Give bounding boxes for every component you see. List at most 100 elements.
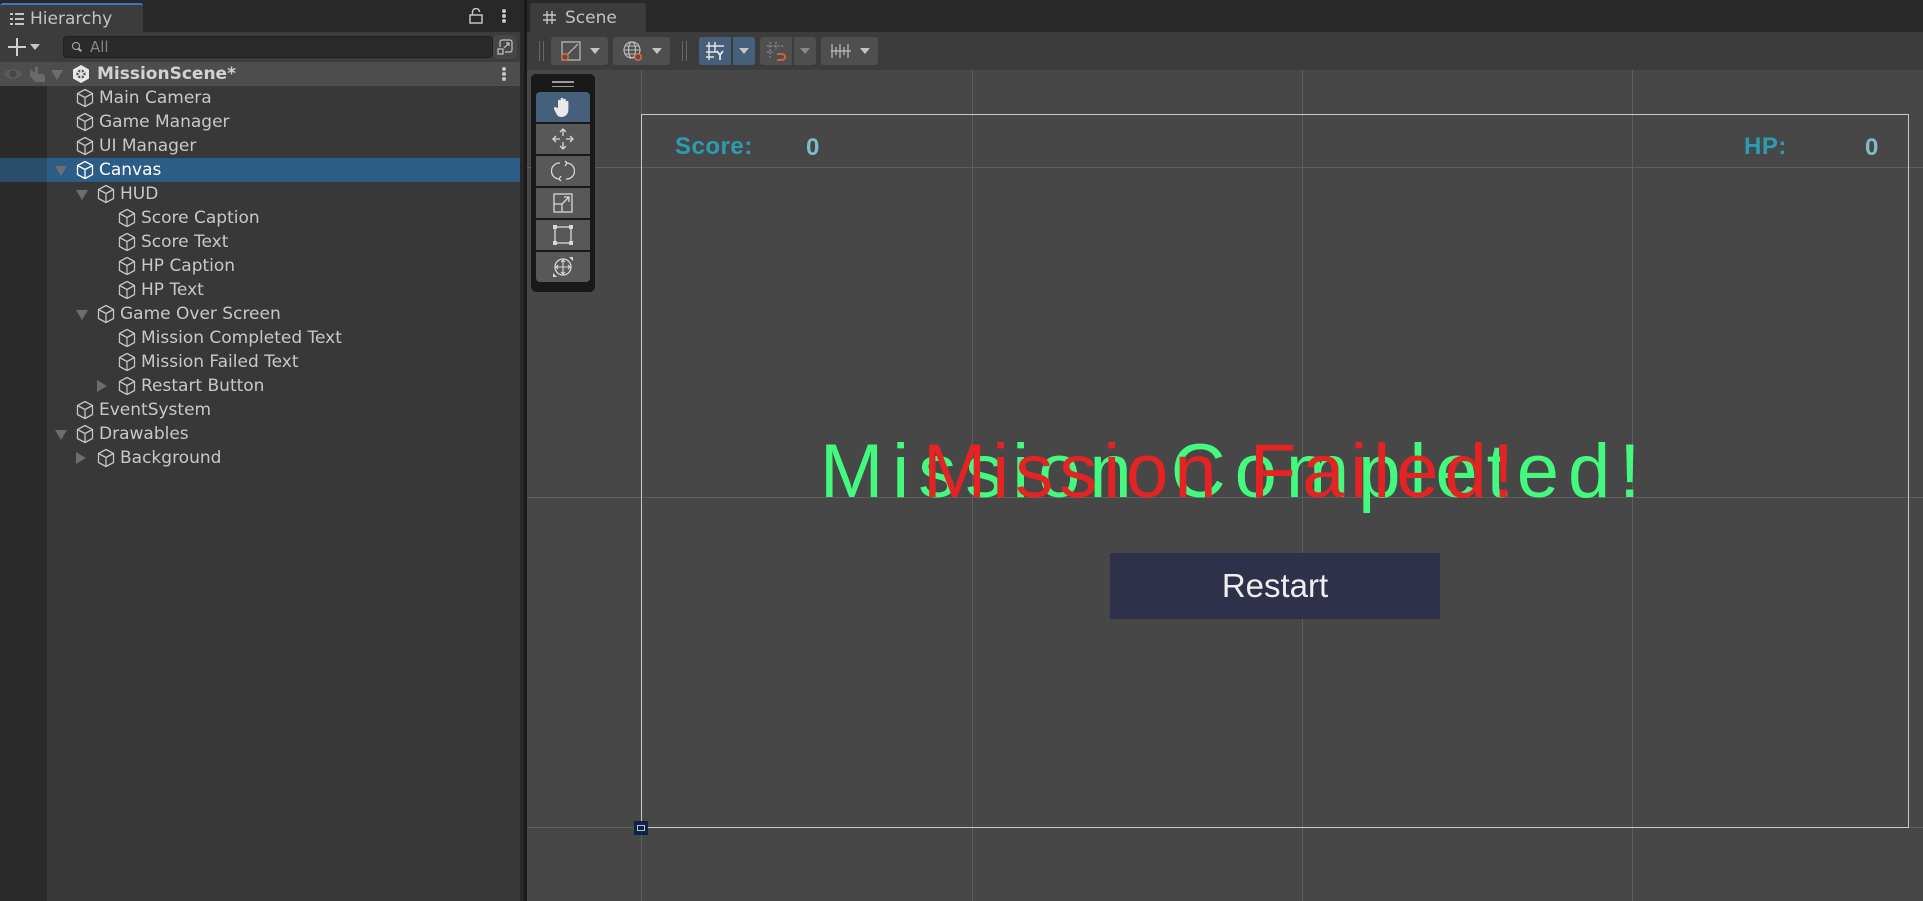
- ruler-dropdown[interactable]: [821, 37, 878, 65]
- hierarchy-item[interactable]: UI Manager: [0, 134, 520, 158]
- hierarchy-item-label: UI Manager: [99, 136, 197, 156]
- scale-tool-button[interactable]: [536, 188, 590, 218]
- grid-snap-icon: [706, 42, 724, 60]
- rotate-tool-button[interactable]: [536, 156, 590, 186]
- gameobject-cube-icon: [117, 376, 137, 396]
- rect-tool-button[interactable]: [536, 220, 590, 250]
- tab-hierarchy[interactable]: Hierarchy: [0, 3, 143, 32]
- gameobject-cube-icon: [75, 160, 95, 180]
- unity-scene-icon: [73, 65, 89, 83]
- increment-snapping-toggle[interactable]: [760, 37, 792, 65]
- toolbar-grip[interactable]: [539, 41, 544, 61]
- hierarchy-item-label: Background: [120, 448, 222, 468]
- snap-magnet-icon: [767, 42, 786, 61]
- chevron-down-icon: [859, 48, 870, 54]
- create-button[interactable]: [8, 36, 48, 58]
- scene-visibility-button[interactable]: [493, 35, 517, 59]
- hierarchy-item[interactable]: Background: [0, 446, 520, 470]
- hierarchy-toolbar: [0, 32, 520, 62]
- hierarchy-item[interactable]: Mission Completed Text: [0, 326, 520, 350]
- gizmo-handle-dropdown[interactable]: [551, 37, 608, 65]
- canvas-pivot-handle[interactable]: [634, 821, 648, 835]
- gameobject-cube-icon: [75, 88, 95, 108]
- move-tool-button[interactable]: [536, 124, 590, 154]
- foldout-closed-icon[interactable]: [76, 452, 86, 464]
- pickable-hand-icon[interactable]: [28, 65, 46, 83]
- hierarchy-item[interactable]: Main Camera: [0, 86, 520, 110]
- plus-icon: [8, 38, 26, 56]
- hp-value[interactable]: 0: [1865, 134, 1878, 162]
- hierarchy-item-label: Mission Failed Text: [141, 352, 299, 372]
- hierarchy-item[interactable]: Drawables: [0, 422, 520, 446]
- hand-icon: [553, 97, 569, 117]
- chevron-down-icon: [651, 48, 662, 54]
- global-local-dropdown[interactable]: [613, 37, 670, 65]
- hierarchy-item[interactable]: HUD: [0, 182, 520, 206]
- hierarchy-item-label: Canvas: [99, 160, 162, 180]
- foldout-open-icon[interactable]: [51, 69, 63, 80]
- mission-failed-text[interactable]: Mission Failed!: [923, 434, 1520, 510]
- grid-hash-icon: [543, 11, 556, 24]
- chevron-down-icon: [589, 48, 600, 54]
- hierarchy-item[interactable]: HP Caption: [0, 254, 520, 278]
- gameobject-cube-icon: [96, 448, 116, 468]
- grid-snapping-toggle[interactable]: [699, 37, 731, 65]
- chevron-down-icon: [30, 44, 40, 50]
- overlay-drag-handle[interactable]: [536, 78, 590, 90]
- hierarchy-item-label: Score Text: [141, 232, 229, 252]
- tools-overlay: [531, 74, 595, 292]
- list-icon: [10, 12, 24, 25]
- lock-icon[interactable]: [469, 8, 483, 24]
- hierarchy-tree: MissionScene* Main Camera Game Manager UI …: [0, 62, 520, 901]
- grid-snapping-dropdown[interactable]: [733, 37, 755, 65]
- score-value[interactable]: 0: [806, 134, 819, 162]
- hierarchy-item[interactable]: EventSystem: [0, 398, 520, 422]
- hierarchy-item-label: Game Over Screen: [120, 304, 281, 324]
- hp-caption[interactable]: HP:: [1744, 133, 1787, 161]
- foldout-closed-icon[interactable]: [97, 380, 107, 392]
- more-options-icon[interactable]: [498, 7, 510, 25]
- search-input[interactable]: [90, 38, 470, 56]
- hierarchy-item[interactable]: Score Caption: [0, 206, 520, 230]
- hierarchy-item[interactable]: Canvas: [0, 158, 520, 182]
- hierarchy-item[interactable]: HP Text: [0, 278, 520, 302]
- hierarchy-item-label: Drawables: [99, 424, 189, 444]
- hierarchy-item[interactable]: Game Manager: [0, 110, 520, 134]
- pivot-center-icon: [560, 41, 581, 62]
- scale-icon: [553, 193, 573, 213]
- tab-scene[interactable]: Scene: [530, 3, 646, 32]
- gameobject-cube-icon: [96, 304, 116, 324]
- foldout-open-icon[interactable]: [55, 165, 67, 176]
- gameobject-cube-icon: [117, 256, 137, 276]
- hierarchy-item[interactable]: Restart Button: [0, 374, 520, 398]
- gameobject-cube-icon: [75, 400, 95, 420]
- ruler-icon: [830, 44, 851, 58]
- hierarchy-item-label: HP Caption: [141, 256, 236, 276]
- toolbar-grip[interactable]: [682, 41, 687, 61]
- foldout-open-icon[interactable]: [76, 189, 88, 200]
- move-arrows-icon: [552, 128, 574, 150]
- foldout-open-icon[interactable]: [76, 309, 88, 320]
- transform-tool-button[interactable]: [536, 252, 590, 282]
- hierarchy-item[interactable]: Game Over Screen: [0, 302, 520, 326]
- increment-snapping-dropdown[interactable]: [794, 37, 816, 65]
- eye-icon[interactable]: [2, 67, 24, 81]
- scene-row[interactable]: MissionScene*: [0, 62, 520, 86]
- score-caption[interactable]: Score:: [675, 133, 753, 161]
- scene-viewport[interactable]: Score: 0 HP: 0 Mission Completed! Missio…: [527, 70, 1923, 901]
- hierarchy-item-label: Game Manager: [99, 112, 230, 132]
- rect-transform-icon: [553, 225, 573, 245]
- hand-tool-button[interactable]: [536, 92, 590, 122]
- scene-panel: Scene Score: 0 HP: 0 Mission Completed! …: [527, 0, 1923, 901]
- open-external-icon: [497, 39, 513, 55]
- gameobject-cube-icon: [117, 280, 137, 300]
- gameobject-cube-icon: [75, 112, 95, 132]
- scene-more-options-icon[interactable]: [498, 65, 510, 83]
- gameobject-cube-icon: [117, 208, 137, 228]
- hierarchy-item[interactable]: Mission Failed Text: [0, 350, 520, 374]
- restart-button[interactable]: Restart: [1110, 553, 1440, 619]
- foldout-open-icon[interactable]: [55, 429, 67, 440]
- hierarchy-item[interactable]: Score Text: [0, 230, 520, 254]
- search-icon[interactable]: [72, 42, 84, 52]
- scene-name: MissionScene*: [97, 64, 236, 84]
